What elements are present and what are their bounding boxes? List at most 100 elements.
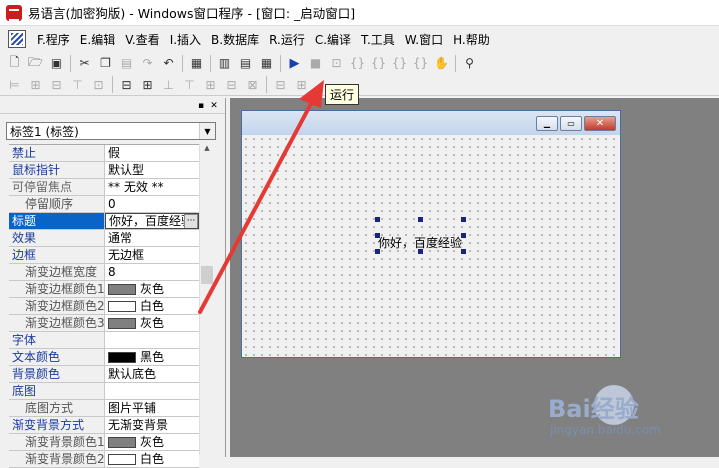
- minimize-icon[interactable]: ▁: [536, 115, 558, 131]
- maximize-icon[interactable]: ▭: [560, 115, 582, 131]
- align-middle-icon[interactable]: ⊡: [88, 75, 109, 95]
- menu-compile[interactable]: C.编译: [310, 31, 356, 48]
- binoculars-icon[interactable]: ⚲: [459, 53, 480, 73]
- property-value[interactable]: 图片平铺: [105, 400, 199, 416]
- menu-window[interactable]: W.窗口: [400, 31, 448, 48]
- menu-run[interactable]: R.运行: [264, 31, 310, 48]
- property-row[interactable]: 底图: [9, 383, 199, 400]
- resize-handle[interactable]: [461, 249, 466, 254]
- window-layout-3-icon[interactable]: ▦: [256, 53, 277, 73]
- same-height-icon[interactable]: ⊤: [179, 75, 200, 95]
- step-out-icon[interactable]: {}: [389, 53, 410, 73]
- form-window[interactable]: ▁ ▭ ✕ 你好，百度经验: [241, 110, 621, 358]
- property-value[interactable]: 灰色: [105, 281, 199, 297]
- align-right-icon[interactable]: ⊟: [46, 75, 67, 95]
- property-scrollbar[interactable]: ▲: [199, 144, 213, 455]
- property-row[interactable]: 渐变背景颜色1 灰色: [9, 434, 199, 451]
- new-file-icon[interactable]: 🗋: [4, 53, 25, 73]
- copy-icon[interactable]: ❐: [95, 53, 116, 73]
- document-menu-icon[interactable]: [8, 30, 26, 48]
- menu-database[interactable]: B.数据库: [206, 31, 264, 48]
- property-row[interactable]: 渐变边框宽度 8: [9, 264, 199, 281]
- property-row[interactable]: 渐变背景颜色2 白色: [9, 451, 199, 468]
- property-row[interactable]: 背景颜色 默认底色: [9, 366, 199, 383]
- resize-handle[interactable]: [418, 249, 423, 254]
- redo-icon[interactable]: ↷: [137, 53, 158, 73]
- property-row[interactable]: 渐变边框颜色3 灰色: [9, 315, 199, 332]
- align-left-icon[interactable]: ⊨: [4, 75, 25, 95]
- property-value[interactable]: 通常: [105, 230, 199, 246]
- property-value[interactable]: 无边框: [105, 247, 199, 263]
- step-icon[interactable]: ⊡: [326, 53, 347, 73]
- scroll-up-icon[interactable]: ▲: [201, 144, 213, 156]
- property-row[interactable]: 渐变边框颜色1 灰色: [9, 281, 199, 298]
- property-value-input[interactable]: 你好，百度经验 ···: [105, 213, 199, 229]
- property-row-selected[interactable]: 标题 你好，百度经验 ···: [9, 213, 199, 230]
- align-center-icon[interactable]: ⊞: [25, 75, 46, 95]
- property-row[interactable]: 停留顺序 0: [9, 196, 199, 213]
- menu-edit[interactable]: E.编辑: [75, 31, 120, 48]
- save-icon[interactable]: ▣: [46, 53, 67, 73]
- cut-icon[interactable]: ✂: [74, 53, 95, 73]
- resize-handle[interactable]: [418, 217, 423, 222]
- property-value[interactable]: 灰色: [105, 434, 199, 450]
- resize-handle[interactable]: [461, 217, 466, 222]
- scroll-thumb[interactable]: [201, 266, 213, 284]
- ellipsis-button[interactable]: ···: [184, 214, 198, 228]
- property-row[interactable]: 字体: [9, 332, 199, 349]
- resize-handle[interactable]: [461, 233, 466, 238]
- space-vertical-icon[interactable]: ⊠: [242, 75, 263, 95]
- menu-view[interactable]: V.查看: [120, 31, 164, 48]
- space-horizontal-icon[interactable]: ⊟: [221, 75, 242, 95]
- form-body[interactable]: 你好，百度经验: [242, 135, 620, 357]
- property-row[interactable]: 鼠标指针 默认型: [9, 162, 199, 179]
- property-value[interactable]: 0: [105, 196, 199, 212]
- property-value[interactable]: 默认底色: [105, 366, 199, 382]
- window-layout-2-icon[interactable]: ▤: [235, 53, 256, 73]
- panel-close-icon[interactable]: ✕: [209, 101, 219, 111]
- chevron-down-icon[interactable]: ▼: [199, 123, 215, 139]
- panel-pin-icon[interactable]: ▪: [196, 101, 206, 111]
- property-value[interactable]: 白色: [105, 298, 199, 314]
- run-to-cursor-icon[interactable]: {}: [410, 53, 431, 73]
- center-horizontal-icon[interactable]: ⊟: [116, 75, 137, 95]
- property-row[interactable]: 渐变边框颜色2 白色: [9, 298, 199, 315]
- property-value[interactable]: 默认型: [105, 162, 199, 178]
- property-value[interactable]: 白色: [105, 451, 199, 467]
- property-value[interactable]: 灰色: [105, 315, 199, 331]
- menu-program[interactable]: F.程序: [32, 31, 75, 48]
- resize-handle[interactable]: [375, 249, 380, 254]
- property-row[interactable]: 边框 无边框: [9, 247, 199, 264]
- property-value[interactable]: 黑色: [105, 349, 199, 365]
- property-row[interactable]: 可停留焦点 ** 无效 **: [9, 179, 199, 196]
- close-icon[interactable]: ✕: [584, 115, 616, 131]
- find-icon[interactable]: ▦: [186, 53, 207, 73]
- align-top-icon[interactable]: ⊤: [67, 75, 88, 95]
- property-value[interactable]: [105, 332, 199, 348]
- menu-tools[interactable]: T.工具: [356, 31, 400, 48]
- paste-icon[interactable]: ▤: [116, 53, 137, 73]
- open-folder-icon[interactable]: 🗁: [25, 53, 46, 73]
- hand-icon[interactable]: ✋: [431, 53, 452, 73]
- same-width-icon[interactable]: ⊥: [158, 75, 179, 95]
- step-into-icon[interactable]: {}: [347, 53, 368, 73]
- property-row[interactable]: 渐变背景方式 无渐变背景: [9, 417, 199, 434]
- property-value[interactable]: [105, 383, 199, 399]
- property-row[interactable]: 禁止假: [9, 145, 199, 162]
- property-value[interactable]: ** 无效 **: [105, 179, 199, 195]
- property-value[interactable]: 假: [105, 145, 199, 161]
- stop-icon[interactable]: ■: [305, 53, 326, 73]
- property-value[interactable]: 无渐变背景: [105, 417, 199, 433]
- menu-help[interactable]: H.帮助: [448, 31, 495, 48]
- resize-handle[interactable]: [375, 217, 380, 222]
- property-row[interactable]: 底图方式 图片平铺: [9, 400, 199, 417]
- grid-icon[interactable]: ⊟: [270, 75, 291, 95]
- resize-handle[interactable]: [375, 233, 380, 238]
- property-row[interactable]: 效果 通常: [9, 230, 199, 247]
- property-value[interactable]: 8: [105, 264, 199, 280]
- center-vertical-icon[interactable]: ⊞: [137, 75, 158, 95]
- run-button[interactable]: ▶: [284, 53, 305, 73]
- same-size-icon[interactable]: ⊞: [200, 75, 221, 95]
- undo-icon[interactable]: ↶: [158, 53, 179, 73]
- window-layout-1-icon[interactable]: ▥: [214, 53, 235, 73]
